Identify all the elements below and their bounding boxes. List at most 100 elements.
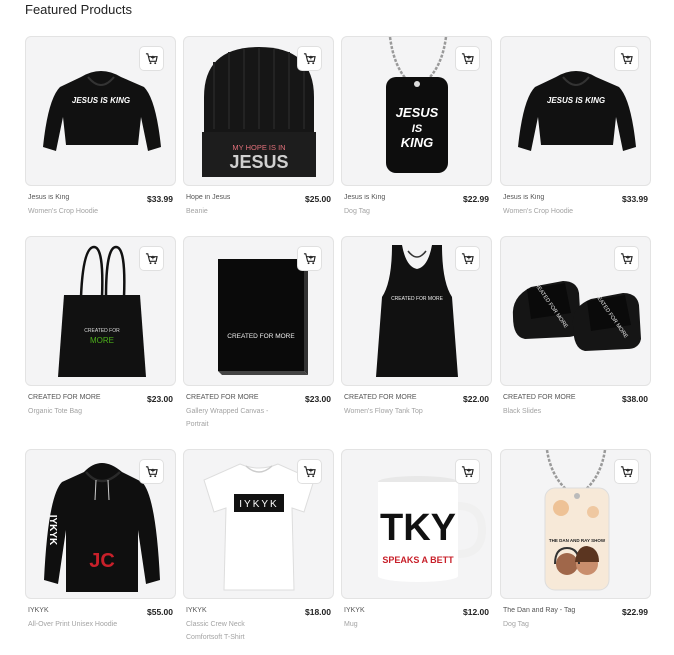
product-type: Dog Tag [503,621,529,628]
product-image[interactable]: CREATED FOR MORE [341,236,492,386]
section-title: Featured Products [25,2,132,17]
product-name[interactable]: Hope in Jesus [186,194,230,201]
svg-text:MORE: MORE [90,336,114,345]
product-name[interactable]: IYKYK [344,607,365,614]
product-card[interactable]: CREATED FOR MORE CREATED FOR MORE CREATE… [500,236,651,436]
product-price: $22.99 [463,194,489,204]
add-to-cart-button[interactable] [139,459,164,484]
product-name[interactable]: IYKYK [186,607,207,614]
product-name[interactable]: CREATED FOR MORE [186,394,259,401]
add-to-cart-button[interactable] [614,246,639,271]
product-type: Dog Tag [344,208,370,215]
add-to-cart-button[interactable] [455,246,480,271]
add-to-cart-icon [145,466,158,478]
product-card[interactable]: JESUS IS KING Jesus is King Women's Crop… [500,36,651,236]
product-image[interactable]: CREATED FOR MORE [25,236,176,386]
product-price: $33.99 [622,194,648,204]
product-name[interactable]: CREATED FOR MORE [503,394,576,401]
svg-text:CREATED FOR MORE: CREATED FOR MORE [227,333,295,340]
add-to-cart-icon [620,253,633,265]
svg-text:TKY: TKY [380,507,456,549]
product-price: $12.00 [463,607,489,617]
svg-text:CREATED FOR: CREATED FOR [84,328,120,334]
add-to-cart-icon [303,53,316,65]
product-card[interactable]: JC IYKYK IYKYK All-Over Print Unisex Hoo… [25,449,176,649]
product-image[interactable]: JESUS IS KING [500,36,651,186]
product-price: $23.00 [147,394,173,404]
product-name[interactable]: Jesus is King [28,194,69,201]
add-to-cart-icon [303,253,316,265]
add-to-cart-icon [461,253,474,265]
add-to-cart-icon [461,53,474,65]
product-image[interactable]: JESUS IS KING [341,36,492,186]
add-to-cart-button[interactable] [139,46,164,71]
product-type: All-Over Print Unisex Hoodie [28,621,118,628]
product-price: $18.00 [305,607,331,617]
product-image[interactable]: JESUS IS KING [25,36,176,186]
add-to-cart-button[interactable] [297,246,322,271]
product-type: Women's Crop Hoodie [28,208,99,215]
product-image[interactable]: THE DAN AND RAY SHOW [500,449,651,599]
svg-text:SPEAKS A BETT: SPEAKS A BETT [382,555,454,565]
add-to-cart-icon [303,466,316,478]
add-to-cart-button[interactable] [455,46,480,71]
product-name[interactable]: CREATED FOR MORE [344,394,417,401]
product-type: Black Slides [503,408,542,415]
product-price: $33.99 [147,194,173,204]
add-to-cart-button[interactable] [297,459,322,484]
product-name[interactable]: Jesus is King [344,194,385,201]
product-type: Women's Crop Hoodie [503,208,574,215]
product-price: $38.00 [622,394,648,404]
product-type: Women's Flowy Tank Top [344,408,423,415]
product-price: $55.00 [147,607,173,617]
product-price: $25.00 [305,194,331,204]
product-type: Classic Crew Neck Comfortsoft T-Shirt [186,621,245,641]
product-price: $22.99 [622,607,648,617]
product-card[interactable]: MY HOPE IS IN JESUS Hope in Jesus Beanie… [183,36,334,236]
product-price: $22.00 [463,394,489,404]
svg-text:IYKYK: IYKYK [47,515,58,546]
svg-text:JESUS IS KING: JESUS IS KING [72,96,130,105]
svg-text:CREATED FOR MORE: CREATED FOR MORE [391,296,444,302]
add-to-cart-button[interactable] [139,246,164,271]
svg-text:JESUS: JESUS [229,152,288,172]
product-card[interactable]: CREATED FOR MORE CREATED FOR MORE Galler… [183,236,334,436]
svg-text:THE DAN AND RAY SHOW: THE DAN AND RAY SHOW [549,538,606,543]
product-name[interactable]: IYKYK [28,607,49,614]
add-to-cart-icon [620,53,633,65]
product-image[interactable]: IYKYK [183,449,334,599]
svg-text:JC: JC [89,550,115,572]
add-to-cart-button[interactable] [455,459,480,484]
product-image[interactable]: MY HOPE IS IN JESUS [183,36,334,186]
add-to-cart-icon [620,466,633,478]
product-type: Organic Tote Bag [28,408,82,415]
product-image[interactable]: CREATED FOR MORE [183,236,334,386]
svg-text:MY HOPE IS IN: MY HOPE IS IN [232,143,285,152]
product-image[interactable]: CREATED FOR MORE CREATED FOR MORE [500,236,651,386]
svg-text:IS: IS [412,123,423,135]
add-to-cart-button[interactable] [614,459,639,484]
add-to-cart-icon [461,466,474,478]
svg-text:JESUS: JESUS [396,105,439,120]
svg-text:KING: KING [401,135,434,150]
product-card[interactable]: THE DAN AND RAY SHOW The Dan and Ray - T… [500,449,651,649]
product-card[interactable]: JESUS IS KING Jesus is King Women's Crop… [25,36,176,236]
product-card[interactable]: IYKYK IYKYK Classic Crew Neck Comfortsof… [183,449,334,649]
product-card[interactable]: JESUS IS KING Jesus is King Dog Tag $22.… [341,36,492,236]
add-to-cart-button[interactable] [297,46,322,71]
product-card[interactable]: TKY SPEAKS A BETT IYKYK Mug $12.00 [341,449,492,649]
product-type: Mug [344,621,358,628]
product-card[interactable]: CREATED FOR MORE CREATED FOR MORE Women'… [341,236,492,436]
product-name[interactable]: The Dan and Ray - Tag [503,607,575,614]
add-to-cart-icon [145,53,158,65]
product-name[interactable]: CREATED FOR MORE [28,394,101,401]
product-card[interactable]: CREATED FOR MORE CREATED FOR MORE Organi… [25,236,176,436]
product-price: $23.00 [305,394,331,404]
product-type: Beanie [186,208,208,215]
product-image[interactable]: JC IYKYK [25,449,176,599]
product-type: Gallery Wrapped Canvas - Portrait [186,408,269,428]
add-to-cart-button[interactable] [614,46,639,71]
svg-text:JESUS IS KING: JESUS IS KING [547,96,605,105]
product-image[interactable]: TKY SPEAKS A BETT [341,449,492,599]
product-name[interactable]: Jesus is King [503,194,544,201]
